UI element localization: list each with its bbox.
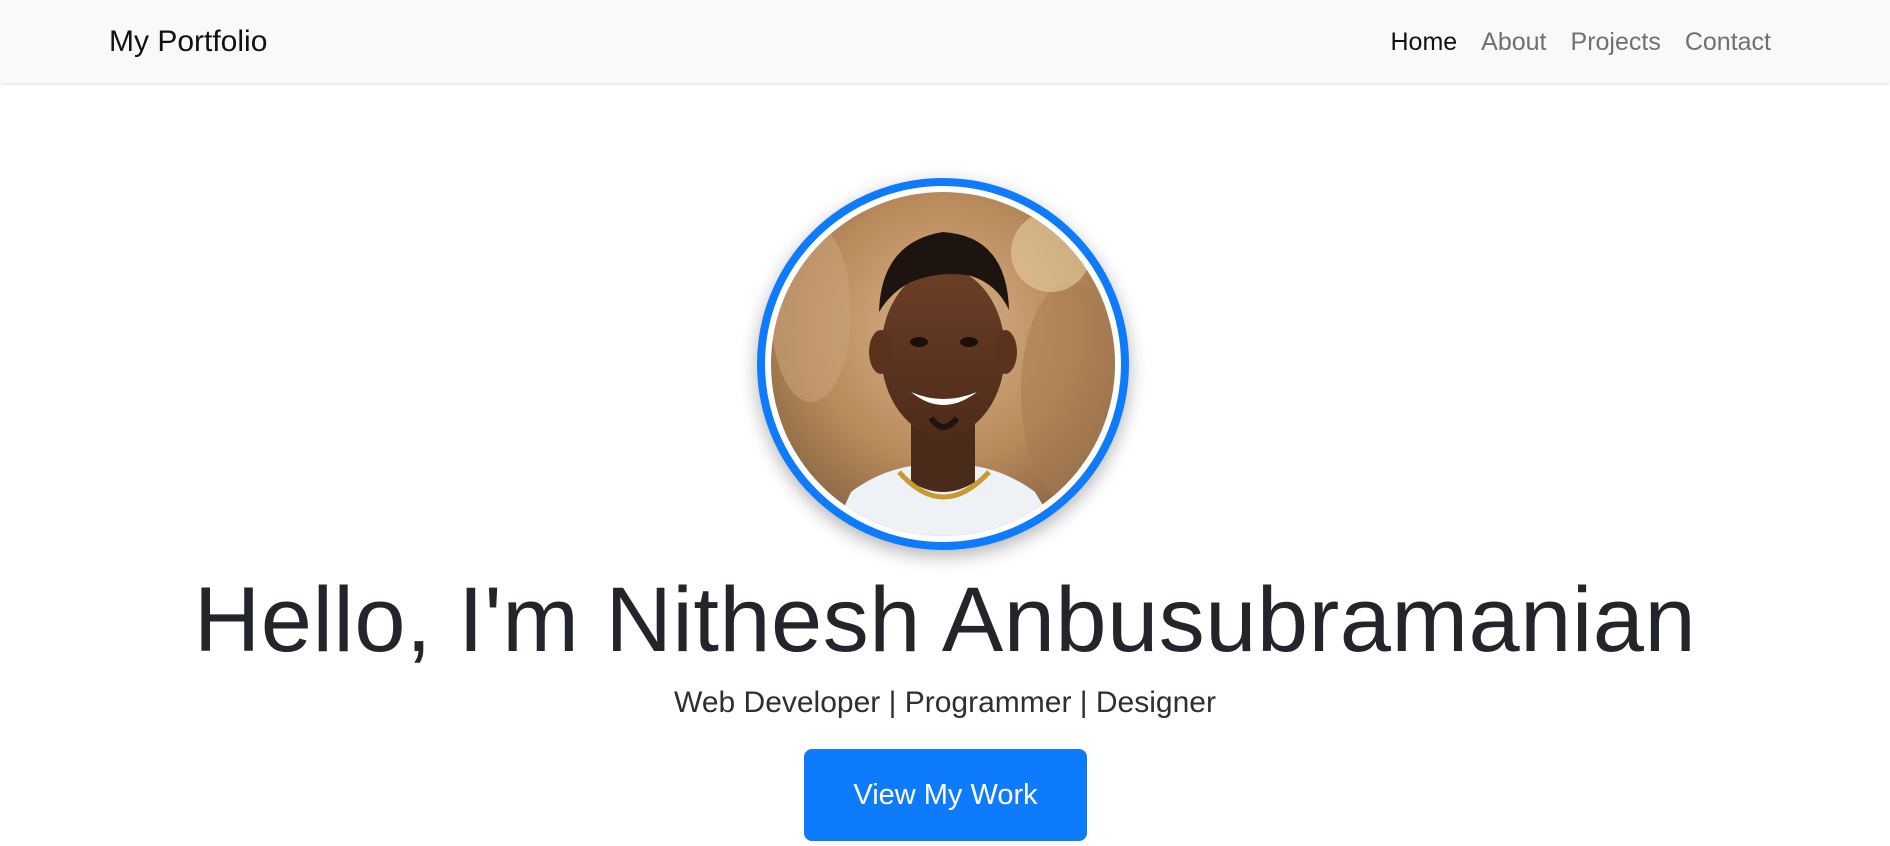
- hero-section: Hello, I'm Nithesh Anbusubramanian Web D…: [0, 83, 1890, 846]
- brand-link[interactable]: My Portfolio: [109, 20, 267, 64]
- nav-item-projects[interactable]: Projects: [1571, 20, 1661, 64]
- nav-item-home[interactable]: Home: [1390, 20, 1457, 64]
- nav-item-about[interactable]: About: [1481, 20, 1546, 64]
- hero-subtitle: Web Developer | Programmer | Designer: [674, 686, 1216, 719]
- nav-item-contact[interactable]: Contact: [1685, 20, 1771, 64]
- profile-photo-icon: [771, 192, 1115, 536]
- nav-menu: Home About Projects Contact: [1390, 20, 1771, 64]
- navbar: My Portfolio Home About Projects Contact: [0, 0, 1890, 83]
- view-my-work-button[interactable]: View My Work: [804, 749, 1087, 841]
- hero-title: Hello, I'm Nithesh Anbusubramanian: [193, 569, 1697, 671]
- profile-avatar: [757, 178, 1129, 550]
